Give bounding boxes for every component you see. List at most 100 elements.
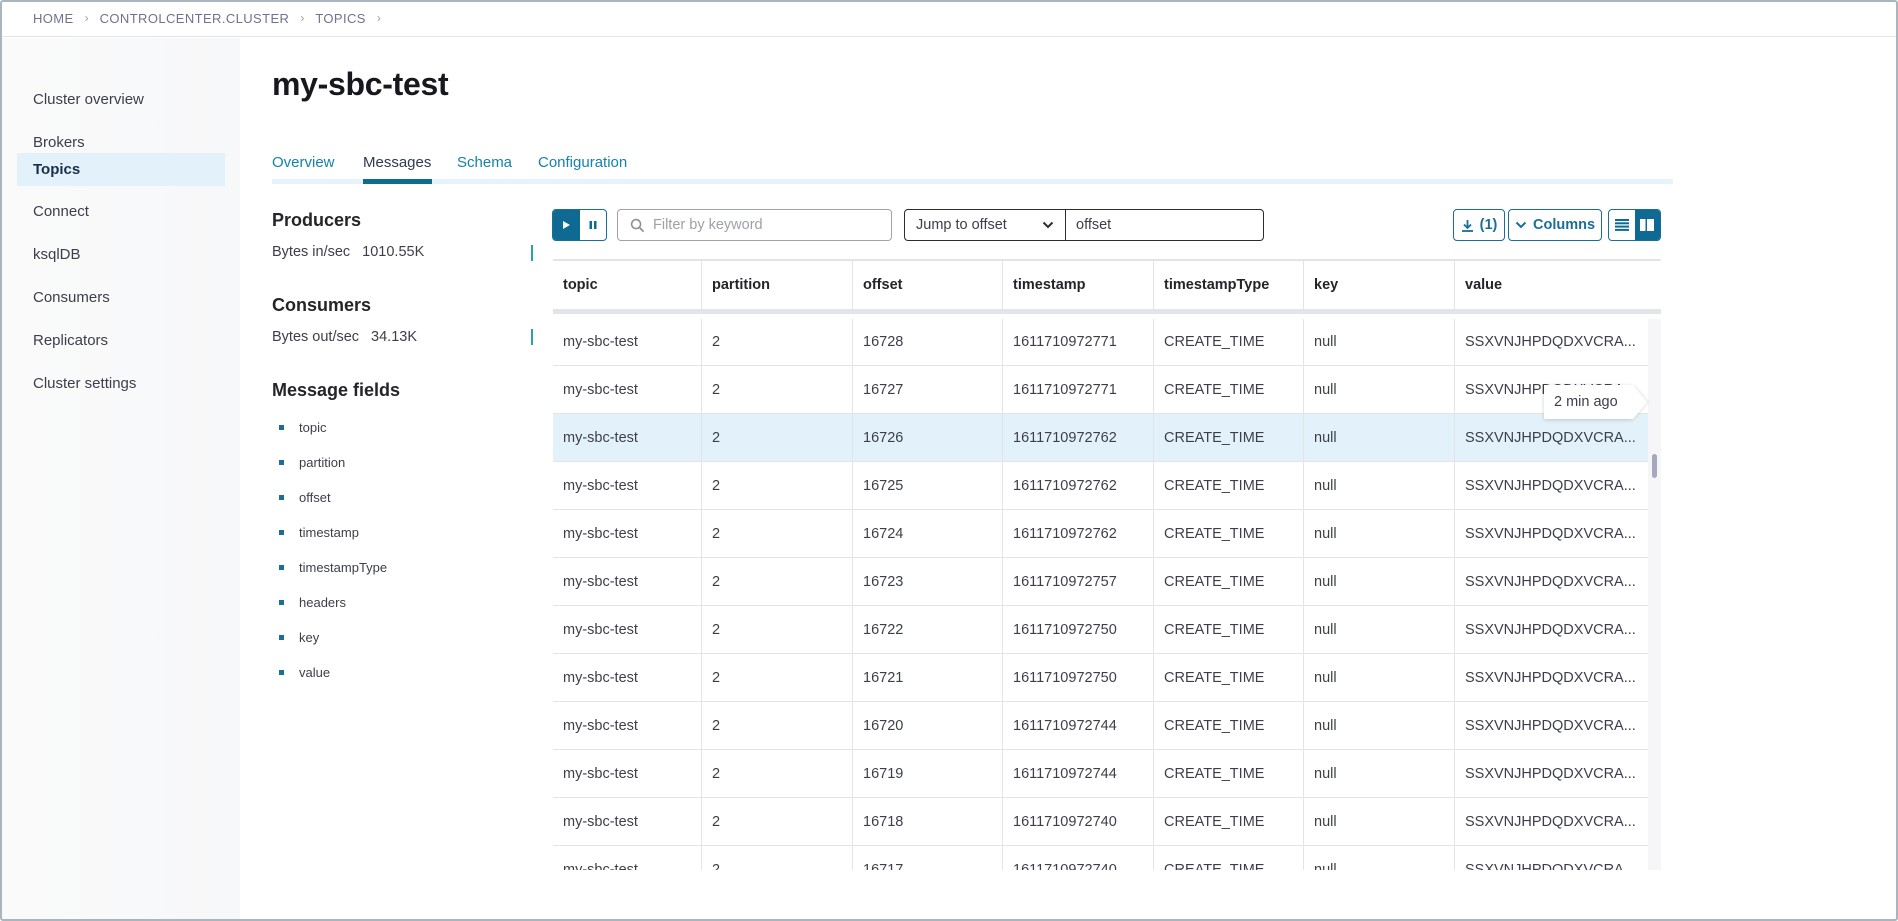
columns-button[interactable]: Columns xyxy=(1508,209,1602,241)
search-icon xyxy=(630,218,645,232)
table-row[interactable]: my-sbc-test 2 16723 1611710972757 CREATE_TIM… xyxy=(553,558,1648,606)
cell-topic: my-sbc-test xyxy=(553,414,702,461)
field-item-partition[interactable]: partition xyxy=(279,455,345,470)
chevron-right-icon: › xyxy=(84,11,89,25)
cell-timestamptype: CREATE_TIME xyxy=(1154,414,1304,461)
jump-to-select[interactable]: Jump to offset xyxy=(905,210,1066,240)
tab-messages[interactable]: Messages xyxy=(363,154,431,171)
breadcrumb-home[interactable]: HOME xyxy=(33,11,74,26)
cell-topic: my-sbc-test xyxy=(553,319,702,365)
sidebar-item-consumers[interactable]: Consumers xyxy=(17,281,225,314)
chevron-right-icon: › xyxy=(300,11,305,25)
column-header-value[interactable]: value xyxy=(1455,261,1661,309)
field-item-topic[interactable]: topic xyxy=(279,420,326,435)
cell-value: SSXVNJHPDQDXVCRA... xyxy=(1465,813,1636,830)
cell-timestamptype: CREATE_TIME xyxy=(1154,750,1304,797)
breadcrumb-topics[interactable]: TOPICS xyxy=(315,11,366,26)
table-row[interactable]: my-sbc-test 2 16726 1611710972762 CREATE_TIM… xyxy=(553,414,1648,462)
sidebar-item-replicators[interactable]: Replicators xyxy=(17,324,225,357)
cell-timestamp: 1611710972744 xyxy=(1003,702,1154,749)
cell-value: SSXVNJHPDQDXVCRA... xyxy=(1465,429,1636,446)
breadcrumb-cluster[interactable]: CONTROLCENTER.CLUSTER xyxy=(100,11,290,26)
table-row[interactable]: my-sbc-test 2 16718 1611710972740 CREATE_TIM… xyxy=(553,798,1648,846)
cell-topic: my-sbc-test xyxy=(553,798,702,845)
tab-overview[interactable]: Overview xyxy=(272,154,335,171)
cell-offset: 16726 xyxy=(853,414,1003,461)
cell-timestamp: 1611710972771 xyxy=(1003,366,1154,413)
sidebar-item-cluster-settings[interactable]: Cluster settings xyxy=(17,367,225,400)
table-row[interactable]: my-sbc-test 2 16727 1611710972771 CREATE_TIM… xyxy=(553,366,1648,414)
cell-partition: 2 xyxy=(702,558,853,605)
table-body: my-sbc-test 2 16728 1611710972771 CREATE_TIM… xyxy=(553,319,1648,870)
list-view-button[interactable] xyxy=(1609,210,1635,240)
cell-key: null xyxy=(1304,702,1455,749)
cell-value: SSXVNJHPDQDXVCRA... xyxy=(1465,621,1636,638)
cell-topic: my-sbc-test xyxy=(553,558,702,605)
tab-bar: Overview Messages Schema Configuration xyxy=(272,146,1673,184)
cell-topic: my-sbc-test xyxy=(553,750,702,797)
cell-timestamp: 1611710972750 xyxy=(1003,654,1154,701)
field-label: key xyxy=(299,630,320,645)
sidebar-item-connect[interactable]: Connect xyxy=(17,195,225,228)
offset-input[interactable] xyxy=(1066,210,1263,240)
download-count: (1) xyxy=(1479,217,1498,233)
view-toggle xyxy=(1608,209,1661,241)
field-item-headers[interactable]: headers xyxy=(279,595,346,610)
table-row[interactable]: my-sbc-test 2 16720 1611710972744 CREATE_TIM… xyxy=(553,702,1648,750)
sidebar-item-cluster-overview[interactable]: Cluster overview xyxy=(17,83,225,116)
column-header-timestamptype[interactable]: timestampType xyxy=(1154,261,1304,309)
table-row[interactable]: my-sbc-test 2 16721 1611710972750 CREATE_TIM… xyxy=(553,654,1648,702)
cell-key: null xyxy=(1304,510,1455,557)
timestamp-tooltip: 2 min ago xyxy=(1544,385,1633,419)
chevron-down-icon xyxy=(1515,221,1527,229)
tab-schema[interactable]: Schema xyxy=(457,154,512,171)
cell-key: null xyxy=(1304,606,1455,653)
field-item-timestamptype[interactable]: timestampType xyxy=(279,560,387,575)
producers-heading: Producers xyxy=(272,210,362,230)
table-row[interactable]: my-sbc-test 2 16724 1611710972762 CREATE_TIM… xyxy=(553,510,1648,558)
table-row[interactable]: my-sbc-test 2 16717 1611710972740 CREATE_TIM… xyxy=(553,846,1648,870)
column-header-partition[interactable]: partition xyxy=(702,261,853,309)
field-item-value[interactable]: value xyxy=(279,665,330,680)
field-item-offset[interactable]: offset xyxy=(279,490,331,505)
scrollbar-thumb[interactable] xyxy=(1652,454,1657,478)
table-header: topic partition offset timestamp timesta… xyxy=(553,261,1661,314)
sidebar-item-topics[interactable]: Topics xyxy=(17,153,225,186)
tab-configuration[interactable]: Configuration xyxy=(538,154,627,171)
column-header-timestamp[interactable]: timestamp xyxy=(1003,261,1154,309)
column-header-offset[interactable]: offset xyxy=(853,261,1003,309)
cell-timestamp: 1611710972740 xyxy=(1003,798,1154,845)
pause-button[interactable] xyxy=(580,210,607,240)
page-title: my-sbc-test xyxy=(272,66,449,102)
cell-offset: 16722 xyxy=(853,606,1003,653)
table-scrollbar[interactable] xyxy=(1648,319,1661,870)
cell-value: SSXVNJHPDQDXVCRA... xyxy=(1465,333,1636,350)
cell-offset: 16720 xyxy=(853,702,1003,749)
bytes-out-label: Bytes out/sec xyxy=(272,329,360,345)
field-item-timestamp[interactable]: timestamp xyxy=(279,525,359,540)
cell-timestamp: 1611710972762 xyxy=(1003,462,1154,509)
sidebar-item-ksqldb[interactable]: ksqlDB xyxy=(17,238,225,271)
table-row[interactable]: my-sbc-test 2 16725 1611710972762 CREATE_TIM… xyxy=(553,462,1648,510)
table-row[interactable]: my-sbc-test 2 16722 1611710972750 CREATE_TIM… xyxy=(553,606,1648,654)
field-label: partition xyxy=(299,455,346,470)
cell-timestamp: 1611710972744 xyxy=(1003,750,1154,797)
field-label: offset xyxy=(299,490,331,505)
cell-offset: 16719 xyxy=(853,750,1003,797)
column-header-topic[interactable]: topic xyxy=(553,261,702,309)
list-icon xyxy=(1614,219,1629,231)
cell-key: null xyxy=(1304,846,1455,870)
play-button[interactable] xyxy=(553,210,580,240)
cell-timestamptype: CREATE_TIME xyxy=(1154,366,1304,413)
split-view-button[interactable] xyxy=(1634,210,1660,240)
table-row[interactable]: my-sbc-test 2 16728 1611710972771 CREATE_TIM… xyxy=(553,319,1648,366)
play-pause-toggle xyxy=(552,209,607,241)
cell-timestamptype: CREATE_TIME xyxy=(1154,654,1304,701)
download-button[interactable]: (1) xyxy=(1453,209,1505,241)
filter-input[interactable] xyxy=(653,217,873,233)
cell-offset: 16717 xyxy=(853,846,1003,870)
column-header-key[interactable]: key xyxy=(1304,261,1455,309)
table-row[interactable]: my-sbc-test 2 16719 1611710972744 CREATE_TIM… xyxy=(553,750,1648,798)
field-item-key[interactable]: key xyxy=(279,630,319,645)
tab-bar-line xyxy=(272,179,1673,184)
